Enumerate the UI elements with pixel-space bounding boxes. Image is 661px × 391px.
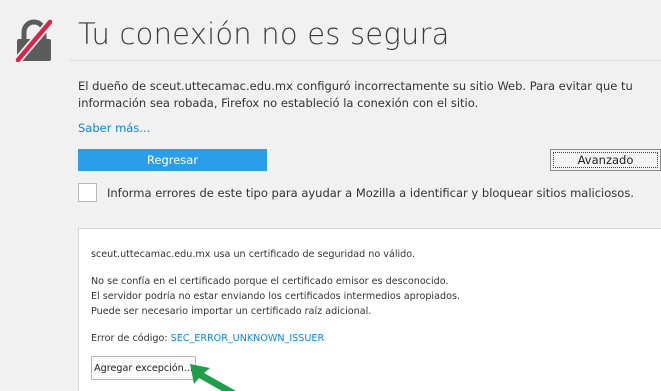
broken-lock-icon [14,19,54,62]
report-errors-label: Informa errores de este tipo para ayudar… [107,185,634,200]
error-description: El dueño de sceut.uttecamac.edu.mx confi… [78,79,633,110]
issuer-unknown-text: No se confía en el certificado porque el… [91,276,449,287]
advanced-details-panel: sceut.uttecamac.edu.mx usa un certificad… [78,228,661,391]
error-code-line: Error de código: SEC_ERROR_UNKNOWN_ISSUE… [91,333,324,345]
report-errors-row: Informa errores de este tipo para ayudar… [78,183,634,202]
certificate-invalid-text: sceut.uttecamac.edu.mx usa un certificad… [91,249,415,260]
root-cert-text: Puede ser necesario importar un certific… [91,306,372,317]
go-back-button[interactable]: Regresar [78,149,267,171]
page-title: Tu conexión no es segura [78,17,450,51]
green-arrow-icon [190,364,236,391]
title-divider [70,60,661,61]
report-errors-checkbox[interactable] [78,183,97,202]
advanced-button[interactable]: Avanzado [550,149,661,171]
advanced-button-label: Avanzado [553,152,658,168]
intermediate-certs-text: El servidor podría no estar enviando los… [91,291,460,302]
error-code-label: Error de código: [91,333,171,344]
add-exception-button[interactable]: Agregar excepción... [91,356,196,380]
error-code-link[interactable]: SEC_ERROR_UNKNOWN_ISSUER [171,333,325,344]
learn-more-link[interactable]: Saber más... [78,121,150,135]
